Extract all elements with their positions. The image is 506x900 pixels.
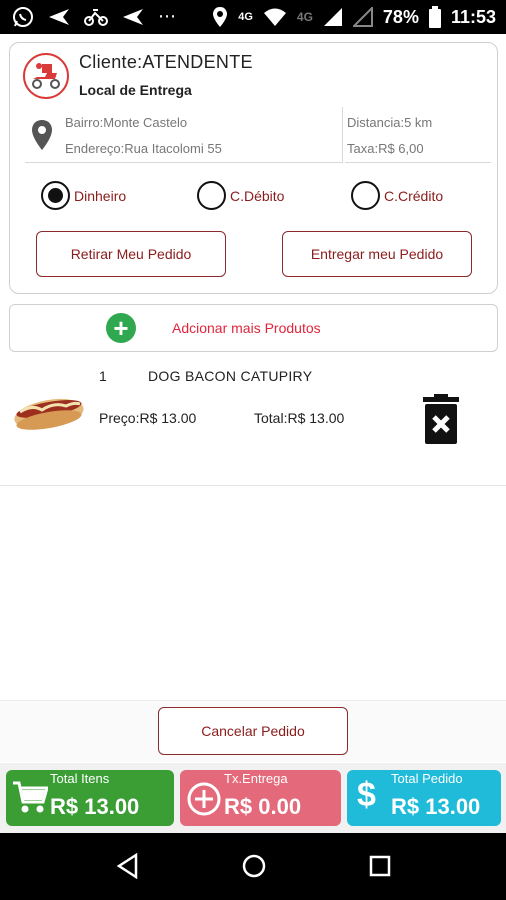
pickup-order-button[interactable]: Retirar Meu Pedido xyxy=(36,231,226,277)
network-type: 4G xyxy=(238,11,253,23)
radio-selected-icon[interactable] xyxy=(41,181,70,210)
send-icon xyxy=(49,9,69,25)
totals-bar: Total Itens R$ 13.00 Tx.Entrega R$ 0.00 … xyxy=(0,763,506,833)
bike-icon xyxy=(84,9,108,26)
distance-value: Distancia:5 km xyxy=(347,115,433,130)
delete-trash-icon[interactable] xyxy=(421,394,461,446)
total-items-value: R$ 13.00 xyxy=(50,794,140,819)
hotdog-image xyxy=(14,398,84,430)
radio-unselected-icon[interactable] xyxy=(351,181,380,210)
location-icon xyxy=(213,7,228,27)
total-items-box: Total Itens R$ 13.00 xyxy=(6,770,174,826)
client-name: Cliente:ATENDENTE xyxy=(79,52,253,72)
payment-option-debito[interactable]: C.Débito xyxy=(197,181,284,210)
payment-option-dinheiro[interactable]: Dinheiro xyxy=(41,181,126,210)
battery-percent: 78% xyxy=(382,7,419,27)
payment-label-credito: C.Crédito xyxy=(384,187,444,204)
status-notifications: ⋯ xyxy=(12,6,176,28)
address-bairro: Bairro:Monte Castelo xyxy=(65,115,188,130)
map-pin-icon xyxy=(32,120,52,150)
address-street: Endereço:Rua Itacolomi 55 xyxy=(65,141,222,156)
order-total-value: R$ 13.00 xyxy=(391,794,481,819)
order-total-box: $ Total Pedido R$ 13.00 xyxy=(347,770,501,826)
item-price: Preço:R$ 13.00 xyxy=(99,410,197,426)
payment-option-credito[interactable]: C.Crédito xyxy=(351,181,443,210)
signal-icon xyxy=(323,8,342,26)
recents-icon[interactable] xyxy=(369,853,391,879)
cancel-area: Cancelar Pedido xyxy=(0,700,506,762)
add-products-button[interactable]: + Adcionar mais Produtos xyxy=(9,304,498,352)
dollar-icon: $ xyxy=(357,776,376,814)
order-card: Cliente:ATENDENTE Local de Entrega Bairr… xyxy=(9,42,498,294)
item-name: DOG BACON CATUPIRY xyxy=(148,368,313,384)
payment-label-dinheiro: Dinheiro xyxy=(74,187,127,204)
list-item: 1 DOG BACON CATUPIRY Preço:R$ 13.00 Tota… xyxy=(0,362,506,486)
add-circle-icon[interactable]: + xyxy=(106,313,136,343)
address-box: Bairro:Monte Castelo Endereço:Rua Itacol… xyxy=(25,107,343,163)
signal-icon xyxy=(352,7,373,27)
add-products-label: Adcionar mais Produtos xyxy=(172,320,321,336)
delivery-fee-total: R$ 0.00 xyxy=(224,794,302,819)
wifi-icon xyxy=(263,8,286,26)
item-total: Total:R$ 13.00 xyxy=(254,410,345,426)
cancel-order-button[interactable]: Cancelar Pedido xyxy=(158,707,348,755)
delivery-fee-label: Tx.Entrega xyxy=(224,771,288,786)
whatsapp-icon xyxy=(13,7,33,27)
status-bar: ⋯ 4G 4G 78% 11:53 xyxy=(0,0,506,34)
cart-icon xyxy=(13,781,48,813)
order-total-label: Total Pedido xyxy=(391,771,463,786)
delivery-fee-box: Tx.Entrega R$ 0.00 xyxy=(180,770,341,826)
total-items-label: Total Itens xyxy=(50,771,110,786)
status-system: 4G 4G 78% 11:53 xyxy=(212,6,496,28)
navigation-bar xyxy=(0,833,506,900)
clock: 11:53 xyxy=(450,7,496,27)
distance-box: Distancia:5 km Taxa:R$ 6,00 xyxy=(345,107,491,163)
payment-label-debito: C.Débito xyxy=(230,187,285,204)
delivery-fee-value: Taxa:R$ 6,00 xyxy=(347,141,424,156)
back-icon[interactable] xyxy=(116,853,140,879)
delivery-logo-icon xyxy=(23,53,69,99)
battery-icon xyxy=(428,6,441,28)
send-icon xyxy=(123,9,143,25)
plus-circle-icon xyxy=(187,782,221,816)
radio-unselected-icon[interactable] xyxy=(197,181,226,210)
deliver-order-button[interactable]: Entregar meu Pedido xyxy=(282,231,472,277)
delivery-location-title: Local de Entrega xyxy=(79,82,192,98)
item-quantity: 1 xyxy=(99,368,107,384)
more-icon: ⋯ xyxy=(158,6,176,27)
network-type-secondary: 4G xyxy=(296,10,313,24)
home-icon[interactable] xyxy=(242,853,266,879)
